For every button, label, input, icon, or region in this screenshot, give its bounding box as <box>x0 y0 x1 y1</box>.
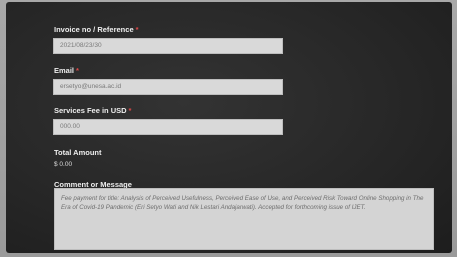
required-mark: * <box>76 66 79 75</box>
invoice-label-text: Invoice no / Reference <box>54 25 134 34</box>
invoice-value: 2021/08/23/30 <box>60 42 102 49</box>
total-amount-value: $ 0.00 <box>54 161 73 168</box>
required-mark: * <box>135 25 139 34</box>
total-amount-label-text: Total Amount <box>54 148 102 157</box>
fee-label: Services Fee in USD * <box>54 106 131 115</box>
required-mark: * <box>128 106 132 115</box>
email-label-text: Email <box>54 66 75 75</box>
photo-frame: Invoice no / Reference * 2021/08/23/30 Em… <box>0 0 457 257</box>
fee-value: 000.00 <box>60 123 80 130</box>
email-input[interactable]: ersetyo@unesa.ac.id <box>53 79 283 95</box>
comment-textarea[interactable]: Fee payment for title: Analysis of Perce… <box>54 188 434 250</box>
fee-input[interactable]: 000.00 <box>53 119 283 135</box>
fee-label-text: Services Fee in USD <box>54 106 127 115</box>
screen: Invoice no / Reference * 2021/08/23/30 Em… <box>6 2 452 253</box>
email-label: Email * <box>54 66 79 75</box>
comment-value: Fee payment for title: Analysis of Perce… <box>61 195 424 211</box>
invoice-label: Invoice no / Reference * <box>54 25 139 34</box>
total-amount-label: Total Amount <box>54 148 102 157</box>
invoice-input[interactable]: 2021/08/23/30 <box>53 38 283 54</box>
email-value: ersetyo@unesa.ac.id <box>60 83 122 90</box>
